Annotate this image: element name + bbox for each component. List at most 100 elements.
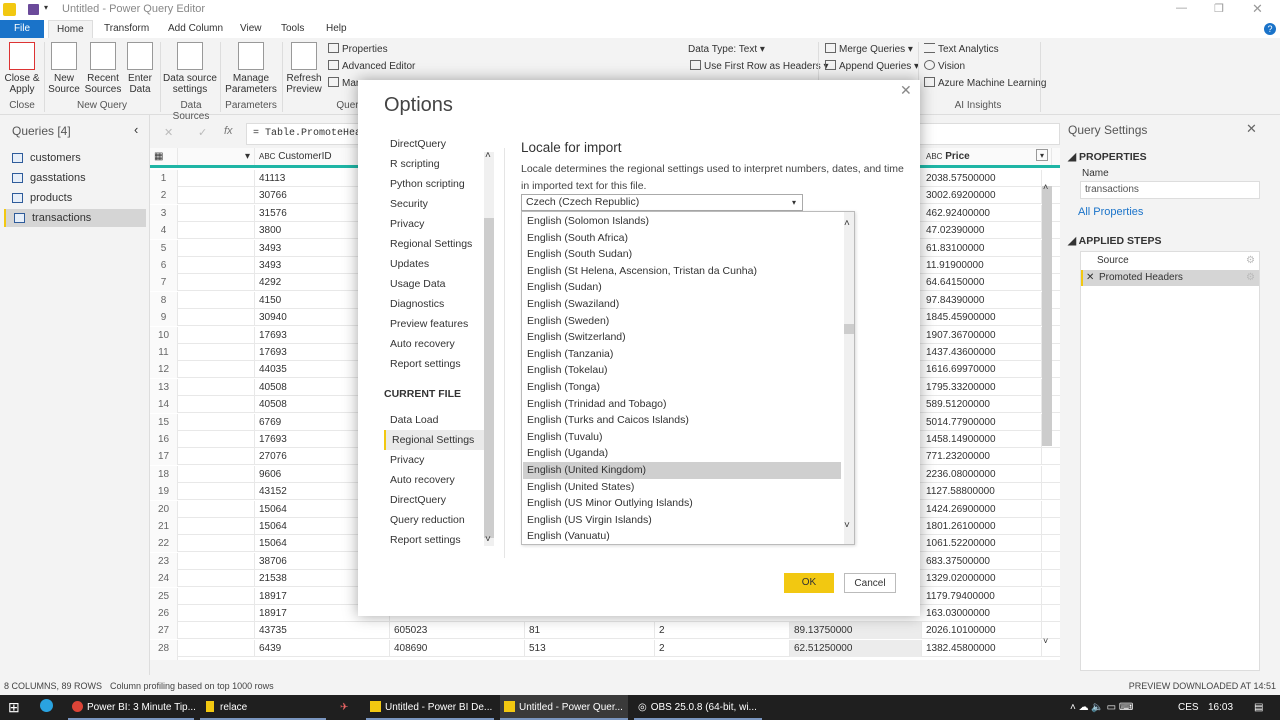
locale-option[interactable]: English (US Minor Outlying Islands): [523, 495, 841, 512]
cell-price[interactable]: 3002.69200000: [922, 187, 1042, 205]
nav-item-python-scripting[interactable]: Python scripting: [384, 174, 484, 194]
column-header-price[interactable]: ABC Price ▾: [922, 148, 1052, 165]
nav-item-privacy[interactable]: Privacy: [384, 214, 484, 234]
name-input[interactable]: transactions: [1080, 181, 1260, 199]
cell-blank[interactable]: [178, 361, 255, 379]
append-queries-button[interactable]: Append Queries ▾: [825, 59, 919, 75]
taskbar-item-obs[interactable]: ◎ OBS 25.0.8 (64-bit, wi...: [634, 695, 762, 720]
cell-value[interactable]: 605023: [390, 622, 525, 640]
nav-item-security[interactable]: Security: [384, 194, 484, 214]
tab-transform[interactable]: Transform: [96, 20, 157, 38]
locale-option[interactable]: English (Tuvalu): [523, 429, 841, 446]
input-language[interactable]: CES: [1178, 695, 1199, 720]
tray-icons[interactable]: ˄ ☁ 🔈 ▭ ⌨: [1070, 695, 1133, 720]
advanced-editor-button[interactable]: Advanced Editor: [328, 59, 415, 75]
taskbar-item-powerbi[interactable]: Untitled - Power BI De...: [366, 695, 494, 720]
cell-price[interactable]: 97.84390000: [922, 291, 1042, 309]
cell-price[interactable]: 1127.58800000: [922, 483, 1042, 501]
cell-value[interactable]: 408690: [390, 639, 525, 657]
locale-option[interactable]: English (Vanuatu): [523, 528, 841, 545]
nav-item-auto-recovery[interactable]: Auto recovery: [384, 334, 484, 354]
file-nav-item-query-reduction[interactable]: Query reduction: [384, 510, 484, 530]
close-apply-button[interactable]: Close & Apply: [4, 42, 40, 95]
cell-price[interactable]: 47.02390000: [922, 222, 1042, 240]
locale-dropdown[interactable]: Czech (Czech Republic) ▾: [521, 194, 803, 211]
file-nav-item-regional-settings[interactable]: Regional Settings: [384, 430, 494, 450]
cell-price[interactable]: 1437.43600000: [922, 344, 1042, 361]
tab-help[interactable]: Help: [318, 20, 355, 38]
cell-price[interactable]: 1845.45900000: [922, 309, 1042, 327]
cell-blank[interactable]: [178, 639, 255, 657]
cell-price[interactable]: 61.83100000: [922, 239, 1042, 257]
cell-blank[interactable]: [178, 448, 255, 466]
file-nav-item-report-settings[interactable]: Report settings: [384, 530, 484, 550]
notifications-icon[interactable]: ▤: [1254, 695, 1263, 720]
filter-dropdown-icon[interactable]: ▾: [1036, 149, 1048, 161]
properties-button[interactable]: Properties: [328, 42, 388, 58]
locale-option[interactable]: English (Tonga): [523, 379, 841, 396]
minimize-button[interactable]: —: [1176, 2, 1187, 14]
cell-value[interactable]: 513: [525, 639, 655, 657]
manage-parameters-button[interactable]: Manage Parameters: [222, 42, 280, 95]
list-scroll-up-icon[interactable]: ˄: [844, 218, 850, 229]
locale-option[interactable]: English (Swaziland): [523, 296, 841, 313]
maximize-button[interactable]: ❐: [1214, 2, 1224, 15]
cell-blank[interactable]: [178, 239, 255, 257]
nav-item-preview-features[interactable]: Preview features: [384, 314, 484, 334]
cell-value[interactable]: 2: [655, 622, 790, 640]
nav-item-report-settings[interactable]: Report settings: [384, 354, 484, 374]
nav-scroll-up-icon[interactable]: ˄: [485, 150, 491, 161]
step-promoted-headers[interactable]: ✕ Promoted Headers ⚙: [1081, 270, 1259, 286]
cell-customerid[interactable]: 6439: [255, 639, 390, 657]
cell-blank[interactable]: [178, 326, 255, 344]
new-source-button[interactable]: New Source: [46, 42, 82, 95]
cell-blank[interactable]: [178, 170, 255, 187]
locale-option[interactable]: English (Switzerland): [523, 329, 841, 346]
use-first-row-button[interactable]: Use First Row as Headers ▾: [690, 59, 829, 75]
cell-price[interactable]: 2026.10100000: [922, 622, 1042, 640]
nav-item-updates[interactable]: Updates: [384, 254, 484, 274]
file-nav-item-auto-recovery[interactable]: Auto recovery: [384, 470, 484, 490]
locale-option[interactable]: English (Tanzania): [523, 346, 841, 363]
file-nav-item-directquery[interactable]: DirectQuery: [384, 490, 484, 510]
cell-price[interactable]: 1424.26900000: [922, 500, 1042, 518]
cell-blank[interactable]: [178, 483, 255, 501]
save-icon[interactable]: [28, 4, 39, 15]
cell-value[interactable]: 62.51250000: [790, 639, 922, 657]
cell-blank[interactable]: [178, 344, 255, 361]
list-scrollbar[interactable]: [844, 212, 854, 544]
cell-price[interactable]: 1061.52200000: [922, 535, 1042, 553]
cell-blank[interactable]: [178, 552, 255, 570]
cell-price[interactable]: 1907.36700000: [922, 326, 1042, 344]
cell-blank[interactable]: [178, 291, 255, 309]
edge-icon[interactable]: [40, 695, 53, 720]
help-icon[interactable]: ?: [1264, 23, 1276, 35]
locale-option[interactable]: English (South Africa): [523, 230, 841, 247]
file-nav-item-data-load[interactable]: Data Load: [384, 410, 484, 430]
scroll-up-icon[interactable]: ˄: [1043, 182, 1048, 192]
locale-option[interactable]: English (South Sudan): [523, 246, 841, 263]
cell-price[interactable]: 1795.33200000: [922, 378, 1042, 396]
recent-sources-button[interactable]: Recent Sources: [84, 42, 122, 95]
locale-option[interactable]: English (Solomon Islands): [523, 213, 841, 230]
collapse-queries-button[interactable]: ‹: [134, 122, 138, 137]
enter-data-button[interactable]: Enter Data: [124, 42, 156, 95]
locale-option[interactable]: English (Tokelau): [523, 362, 841, 379]
cell-blank[interactable]: [178, 378, 255, 396]
query-item-products[interactable]: products: [4, 189, 146, 207]
close-settings-button[interactable]: ✕: [1246, 121, 1257, 137]
nav-item-regional-settings[interactable]: Regional Settings: [384, 234, 484, 254]
cell-price[interactable]: 1329.02000000: [922, 570, 1042, 588]
locale-option[interactable]: English (St Helena, Ascension, Tristan d…: [523, 263, 841, 280]
nav-scrollbar[interactable]: [484, 152, 494, 546]
tab-file[interactable]: File: [0, 20, 44, 38]
list-scroll-down-icon[interactable]: ˅: [844, 520, 850, 531]
cell-price[interactable]: 462.92400000: [922, 204, 1042, 222]
table-menu-icon[interactable]: ▦: [150, 148, 178, 165]
cell-blank[interactable]: [178, 605, 255, 622]
data-type-dropdown[interactable]: Data Type: Text ▾: [688, 42, 765, 58]
cell-price[interactable]: 11.91900000: [922, 257, 1042, 274]
query-item-gasstations[interactable]: gasstations: [4, 169, 146, 187]
close-window-button[interactable]: ✕: [1252, 1, 1263, 17]
cancel-button[interactable]: Cancel: [844, 573, 896, 593]
